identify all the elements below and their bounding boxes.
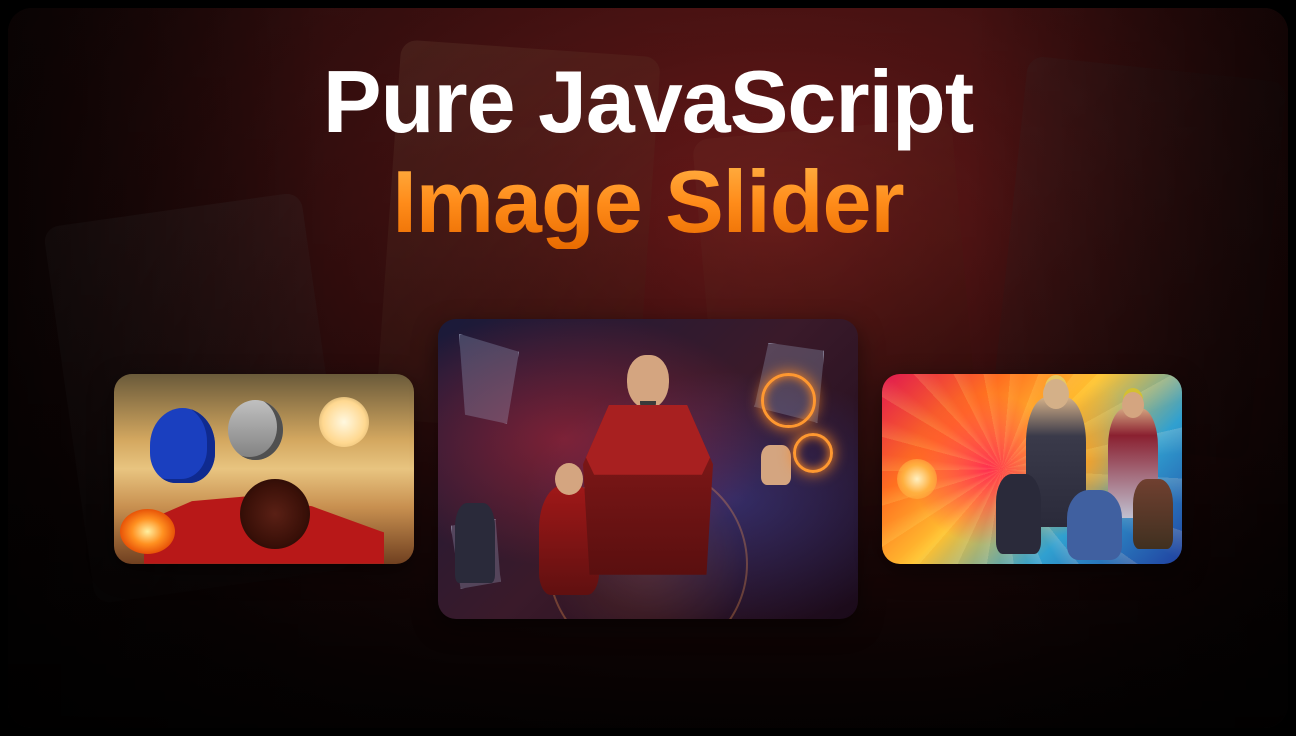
title-line-1: Pure JavaScript (323, 56, 973, 148)
slide-center[interactable] (438, 319, 858, 619)
slide-left[interactable] (114, 374, 414, 564)
doctor-strange-image (438, 319, 858, 619)
hero-card: Pure JavaScript Image Slider (8, 8, 1288, 728)
thor-colorful-image (882, 374, 1182, 564)
slide-right[interactable] (882, 374, 1182, 564)
title-line-2: Image Slider (323, 156, 973, 248)
content-area: Pure JavaScript Image Slider (8, 8, 1288, 728)
hero-title: Pure JavaScript Image Slider (323, 56, 973, 249)
image-slider[interactable] (8, 319, 1288, 619)
sonic-biplane-image (114, 374, 414, 564)
